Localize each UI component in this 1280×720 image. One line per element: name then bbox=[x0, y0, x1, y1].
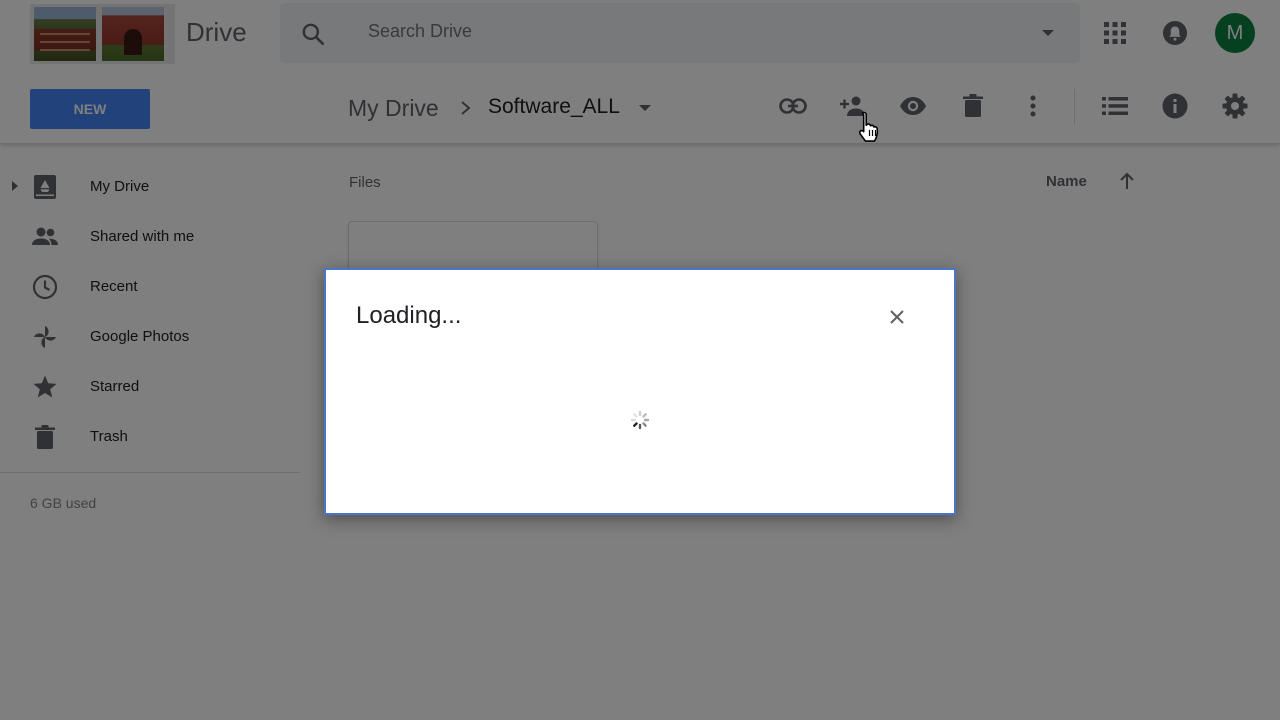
close-icon[interactable] bbox=[882, 302, 912, 332]
loading-dialog: Loading... bbox=[324, 268, 956, 515]
hand-pointer-cursor-icon bbox=[858, 111, 879, 142]
dialog-title: Loading... bbox=[356, 302, 462, 329]
loading-spinner-icon bbox=[630, 410, 650, 430]
